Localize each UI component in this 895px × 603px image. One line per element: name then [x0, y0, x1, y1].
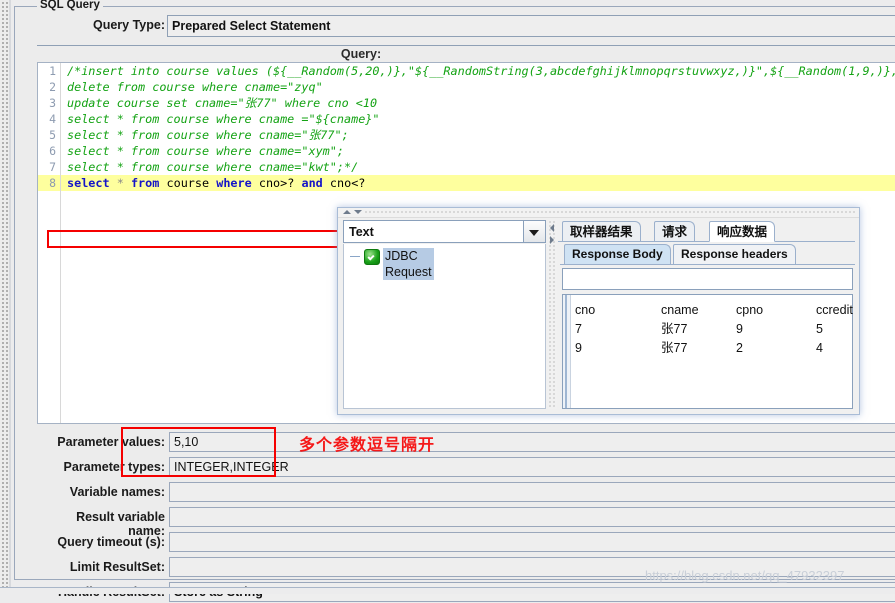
- tree-item-label: JDBC Request: [383, 248, 434, 280]
- line-number: 8: [38, 175, 60, 191]
- table-header-row: cno cname cpno ccredit: [575, 301, 853, 320]
- results-detail-pane: 取样器结果 请求 响应数据 Response Body Response hea…: [558, 220, 855, 409]
- watermark: https://blog.csdn.net/qq_47932397: [645, 568, 845, 583]
- grip-dots: [364, 210, 856, 214]
- sql-table: course: [166, 176, 210, 190]
- line-number: 4: [49, 112, 56, 126]
- render-format-value: Text: [349, 225, 374, 239]
- left-split-divider-edge: [9, 0, 11, 594]
- chevron-down-icon[interactable]: [523, 221, 545, 242]
- column-header-ccredit: ccredit: [816, 303, 853, 317]
- render-format-select[interactable]: Text: [343, 220, 546, 243]
- left-split-divider[interactable]: [0, 0, 9, 594]
- tab-sampler-result[interactable]: 取样器结果: [562, 221, 641, 242]
- result-variable-name-input[interactable]: [169, 507, 895, 527]
- field-label: Parameter values:: [57, 435, 165, 449]
- form-row-query-timeout: Query timeout (s):: [37, 532, 895, 553]
- field-label: Limit ResultSet:: [69, 560, 165, 574]
- popup-drag-handle[interactable]: [338, 208, 859, 218]
- field-value: INTEGER,INTEGER: [174, 460, 289, 474]
- table-row: 7 张77 9 5: [575, 320, 848, 339]
- sql-keyword-and: and: [301, 176, 323, 190]
- response-search-input[interactable]: [562, 268, 853, 290]
- sql-keyword-from: from: [130, 176, 160, 190]
- cell-cname: 张77: [661, 341, 688, 355]
- code-line: select * from course where cname="xym";: [67, 144, 344, 158]
- editor-gutter: 1 2 3 4 5 6 7 8: [38, 63, 61, 423]
- cell-cpno: 2: [736, 341, 743, 355]
- sampler-tree[interactable]: JDBC Request: [343, 244, 546, 409]
- line-number: 1: [49, 64, 56, 78]
- code-line: select * from course where cname="kwt";*…: [67, 160, 359, 174]
- form-row-parameter-types: Parameter types: INTEGER,INTEGER: [37, 457, 895, 478]
- query-caption: Query:: [340, 47, 382, 61]
- sql-expr-1: cno>?: [258, 176, 295, 190]
- tab-response-data[interactable]: 响应数据: [709, 221, 776, 242]
- field-label: Variable names:: [69, 485, 165, 499]
- query-type-label: Query Type:: [92, 18, 165, 32]
- sql-query-panel-title: SQL Query: [37, 0, 103, 11]
- tree-connector-icon: [350, 256, 360, 257]
- line-number: 5: [49, 128, 56, 142]
- sql-keyword-where: where: [216, 176, 252, 190]
- view-results-tree-popup: Text JDBC Request 取样器结果 请求 响应数据 Response…: [337, 207, 860, 415]
- field-value: 5,10: [174, 435, 199, 449]
- cell-cpno: 9: [736, 322, 743, 336]
- code-line: /*insert into course values (${__Random(…: [67, 64, 895, 78]
- split-left-arrow-icon[interactable]: [550, 224, 554, 232]
- code-line: select * from course where cname="张77";: [67, 128, 349, 142]
- parameter-values-input[interactable]: 5,10: [169, 432, 895, 452]
- jdbc-parameters-form: Parameter values: 5,10 Parameter types: …: [37, 432, 895, 602]
- response-body-scrollbar[interactable]: [563, 295, 571, 408]
- column-header-cname: cname: [661, 303, 699, 317]
- code-line: update course set cname="张77" where cno …: [67, 96, 378, 110]
- popup-split-divider[interactable]: [548, 220, 557, 409]
- collapse-down-icon[interactable]: [354, 210, 362, 214]
- column-header-cpno: cpno: [736, 303, 764, 317]
- query-caption-bar: Query:: [37, 45, 895, 63]
- query-type-row: Query Type: Prepared Select Statement: [15, 15, 895, 39]
- code-line: select * from course where cname ="${cna…: [67, 112, 380, 126]
- field-label: Parameter types:: [63, 460, 165, 474]
- code-line-active: select * from course where cno>? and cno…: [61, 175, 895, 191]
- form-row-result-variable-name: Result variable name:: [37, 507, 895, 538]
- collapse-up-icon[interactable]: [343, 210, 351, 214]
- subtab-response-body[interactable]: Response Body: [564, 244, 671, 264]
- variable-names-input[interactable]: [169, 482, 895, 502]
- code-line: delete from course where cname="zyq": [67, 80, 323, 94]
- cell-ccredit: 5: [816, 322, 823, 336]
- form-row-variable-names: Variable names:: [37, 482, 895, 503]
- line-number: 3: [49, 96, 56, 110]
- form-row-parameter-values: Parameter values: 5,10: [37, 432, 895, 453]
- column-header-cno: cno: [575, 303, 596, 317]
- sql-keyword-select: select: [67, 176, 110, 190]
- sql-expr-2: cno<?: [329, 176, 366, 190]
- tab-request[interactable]: 请求: [654, 221, 696, 242]
- success-shield-icon: [364, 249, 380, 265]
- field-label: Query timeout (s):: [57, 535, 165, 549]
- bottom-edge-bar: [0, 587, 895, 594]
- subtab-response-headers[interactable]: Response headers: [673, 244, 796, 264]
- line-number: 2: [49, 80, 56, 94]
- response-subtabs: Response Body Response headers: [560, 244, 855, 265]
- response-body-viewer[interactable]: cno cname cpno ccredit 7 张77 9 5 9 张77 2…: [562, 294, 853, 409]
- results-tree-pane: Text JDBC Request: [343, 220, 546, 409]
- cell-cno: 7: [575, 322, 582, 336]
- query-type-value: Prepared Select Statement: [172, 19, 331, 33]
- query-timeout-input[interactable]: [169, 532, 895, 552]
- result-table: cno cname cpno ccredit 7 张77 9 5 9 张77 2…: [575, 301, 853, 358]
- cell-cname: 张77: [661, 322, 688, 336]
- table-row: 9 张77 2 4: [575, 339, 848, 358]
- cell-ccredit: 4: [816, 341, 823, 355]
- result-tabs: 取样器结果 请求 响应数据: [558, 220, 855, 242]
- query-type-select[interactable]: Prepared Select Statement: [167, 15, 895, 37]
- parameter-types-input[interactable]: INTEGER,INTEGER: [169, 457, 895, 477]
- line-number: 7: [49, 160, 56, 174]
- split-right-arrow-icon[interactable]: [550, 236, 554, 244]
- line-number: 6: [49, 144, 56, 158]
- sql-star: *: [116, 176, 124, 190]
- annotation-note-parameters: 多个参数逗号隔开: [299, 435, 436, 454]
- cell-cno: 9: [575, 341, 582, 355]
